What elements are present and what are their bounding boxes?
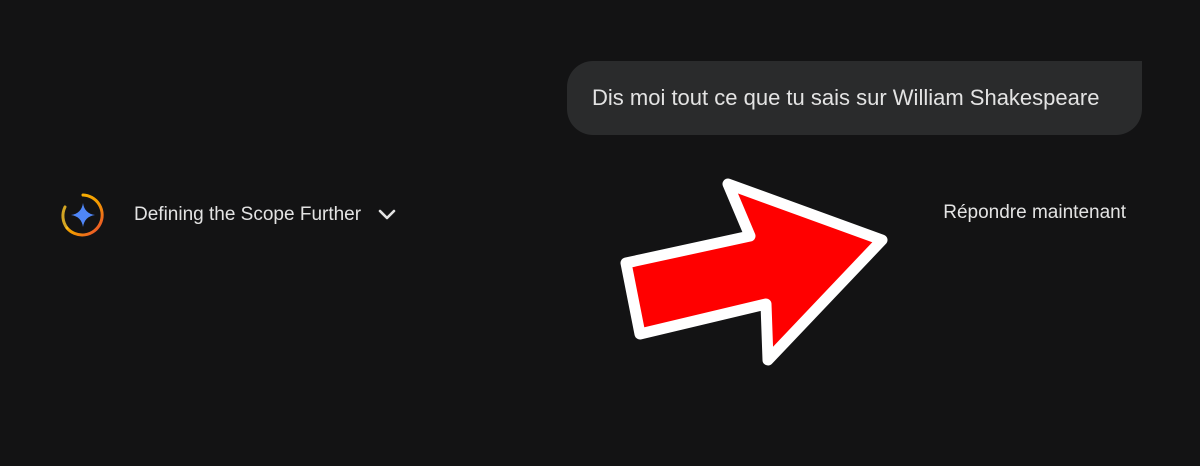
user-message-text: Dis moi tout ce que tu sais sur William … xyxy=(592,85,1100,110)
gemini-sparkle-icon xyxy=(56,188,110,242)
thinking-title: Defining the Scope Further xyxy=(134,204,362,225)
chevron-down-icon[interactable] xyxy=(377,205,397,225)
user-message-bubble: Dis moi tout ce que tu sais sur William … xyxy=(567,61,1142,135)
thinking-header[interactable]: Defining the Scope Further xyxy=(56,188,397,242)
red-arrow-icon xyxy=(610,170,900,385)
answer-now-button[interactable]: Répondre maintenant xyxy=(943,202,1126,224)
